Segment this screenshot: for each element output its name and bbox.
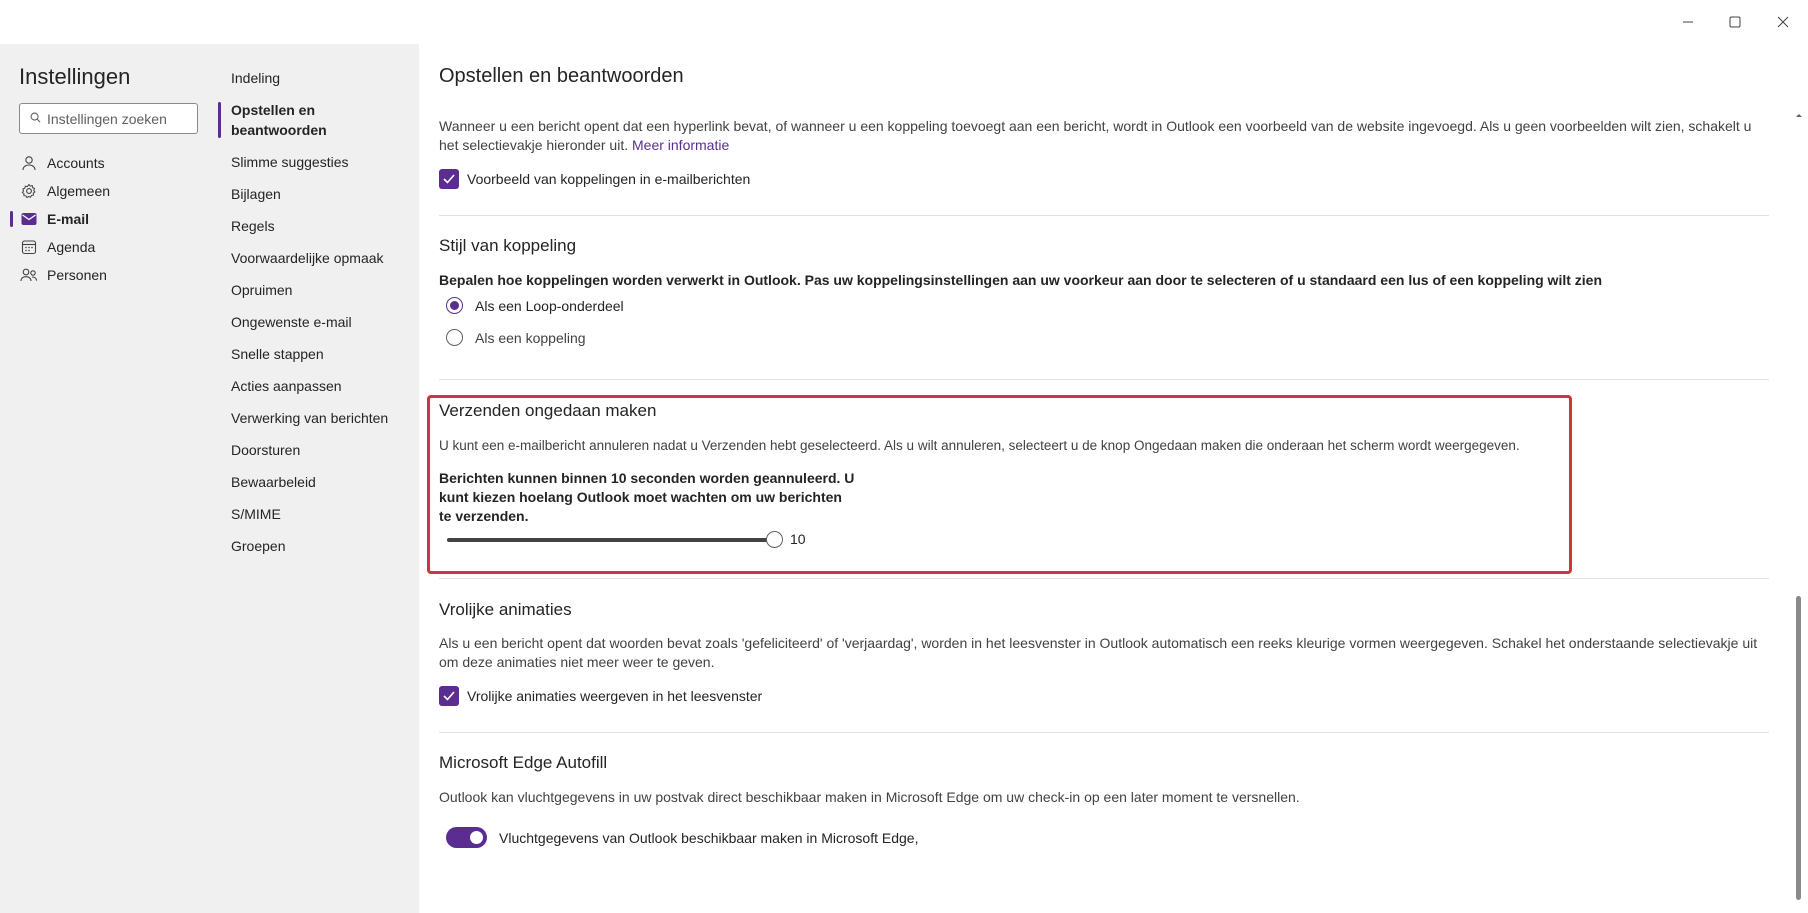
link-style-heading: Stijl van koppeling xyxy=(439,236,577,255)
section-divider xyxy=(439,578,1769,579)
undo-send-slider-thumb[interactable] xyxy=(766,531,783,548)
subnav-item-customize-actions[interactable]: Acties aanpassen xyxy=(231,376,411,396)
subnav-item-layout[interactable]: Indeling xyxy=(231,68,411,88)
sidebar-item-email[interactable]: E-mail xyxy=(10,204,210,234)
link-preview-checkbox[interactable] xyxy=(439,169,459,189)
subnav-active-indicator xyxy=(218,102,221,138)
settings-title: Instellingen xyxy=(19,64,131,89)
sidebar-item-label: Accounts xyxy=(47,155,105,171)
subnav-item-sweep[interactable]: Opruimen xyxy=(231,280,411,300)
undo-send-description: U kunt een e-mailbericht annuleren nadat… xyxy=(439,438,1520,453)
sidebar-item-label: E-mail xyxy=(47,211,90,227)
maximize-icon[interactable] xyxy=(1723,10,1747,34)
sidebar-item-accounts[interactable]: Accounts xyxy=(10,148,210,178)
subnav-item-quick-steps[interactable]: Snelle stappen xyxy=(231,344,411,364)
animations-checkbox[interactable] xyxy=(439,686,459,706)
link-preview-description: Wanneer u een bericht opent dat een hype… xyxy=(439,117,1769,155)
subnav-item-junk-email[interactable]: Ongewenste e-mail xyxy=(231,312,411,332)
checkmark-icon xyxy=(443,691,455,701)
subnav-item-groups[interactable]: Groepen xyxy=(231,536,411,556)
title-bar xyxy=(0,0,1808,44)
link-style-description: Bepalen hoe koppelingen worden verwerkt … xyxy=(439,272,1603,288)
subnav-item-retention-policies[interactable]: Bewaarbeleid xyxy=(231,472,411,492)
section-divider xyxy=(439,215,1769,216)
subnav-item-smime[interactable]: S/MIME xyxy=(231,504,411,524)
person-icon xyxy=(20,154,38,172)
link-radio[interactable] xyxy=(446,329,463,346)
undo-send-line3: te verzenden. xyxy=(439,508,529,524)
section-divider xyxy=(439,732,1769,733)
edge-autofill-toggle[interactable] xyxy=(446,827,487,848)
subnav-item-rules[interactable]: Regels xyxy=(231,216,411,236)
gear-icon xyxy=(20,182,38,200)
edge-autofill-toggle-label: Vluchtgegevens van Outlook beschikbaar m… xyxy=(499,830,919,846)
edge-autofill-description: Outlook kan vluchtgegevens in uw postvak… xyxy=(439,789,1300,805)
close-icon[interactable] xyxy=(1771,10,1795,34)
minimize-icon[interactable] xyxy=(1676,10,1700,34)
loop-component-label: Als een Loop-onderdeel xyxy=(475,298,624,314)
edge-autofill-heading: Microsoft Edge Autofill xyxy=(439,753,608,772)
scroll-up-arrow-icon[interactable] xyxy=(1795,112,1803,118)
scrollbar-thumb[interactable] xyxy=(1796,596,1801,900)
checkmark-icon xyxy=(443,174,455,184)
sidebar-item-calendar[interactable]: Agenda xyxy=(10,232,210,262)
section-divider xyxy=(439,379,1769,380)
link-preview-checkbox-label: Voorbeeld van koppelingen in e-mailberic… xyxy=(467,171,751,187)
more-info-link[interactable]: Meer informatie xyxy=(632,137,729,153)
search-input[interactable] xyxy=(47,110,192,127)
search-icon xyxy=(30,110,41,128)
subnav-item-forwarding[interactable]: Doorsturen xyxy=(231,440,411,460)
undo-send-slider-value: 10 xyxy=(790,531,806,547)
calendar-icon xyxy=(20,238,38,256)
settings-search[interactable] xyxy=(19,103,198,134)
people-icon xyxy=(20,266,38,284)
undo-send-line1: Berichten kunnen binnen 10 seconden word… xyxy=(439,470,855,486)
subnav-item-smart-suggestions[interactable]: Slimme suggesties xyxy=(231,152,411,172)
link-option-label: Als een koppeling xyxy=(475,330,586,346)
animations-description-2: om deze animaties niet meer weer te geve… xyxy=(439,654,715,670)
subnav-item-message-handling[interactable]: Verwerking van berichten xyxy=(231,408,411,428)
undo-send-heading: Verzenden ongedaan maken xyxy=(439,401,657,420)
settings-sidebar: Instellingen Accounts Algemeen E-mail Ag… xyxy=(0,44,216,913)
animations-heading: Vrolijke animaties xyxy=(439,600,572,619)
sidebar-item-label: Algemeen xyxy=(47,183,111,199)
sidebar-item-label: Personen xyxy=(47,267,107,283)
sidebar-item-label: Agenda xyxy=(47,239,96,255)
active-indicator xyxy=(10,211,13,227)
toggle-knob xyxy=(470,831,483,844)
radio-dot xyxy=(450,301,459,310)
page-title: Opstellen en beantwoorden xyxy=(439,65,684,87)
subnav-item-conditional-formatting[interactable]: Voorwaardelijke opmaak xyxy=(231,248,411,268)
loop-component-radio[interactable] xyxy=(446,297,463,314)
sidebar-item-general[interactable]: Algemeen xyxy=(10,176,210,206)
subnav-item-compose[interactable]: Opstellen en beantwoorden xyxy=(231,100,361,140)
subnav-item-attachments[interactable]: Bijlagen xyxy=(231,184,411,204)
animations-checkbox-label: Vrolijke animaties weergeven in het lees… xyxy=(467,688,763,704)
undo-send-slider[interactable] xyxy=(447,538,774,542)
sidebar-item-people[interactable]: Personen xyxy=(10,260,210,290)
mail-icon xyxy=(20,210,38,228)
animations-description-1: Als u een bericht opent dat woorden beva… xyxy=(439,635,1758,651)
undo-send-line2: kunt kiezen hoelang Outlook moet wachten… xyxy=(439,489,842,505)
